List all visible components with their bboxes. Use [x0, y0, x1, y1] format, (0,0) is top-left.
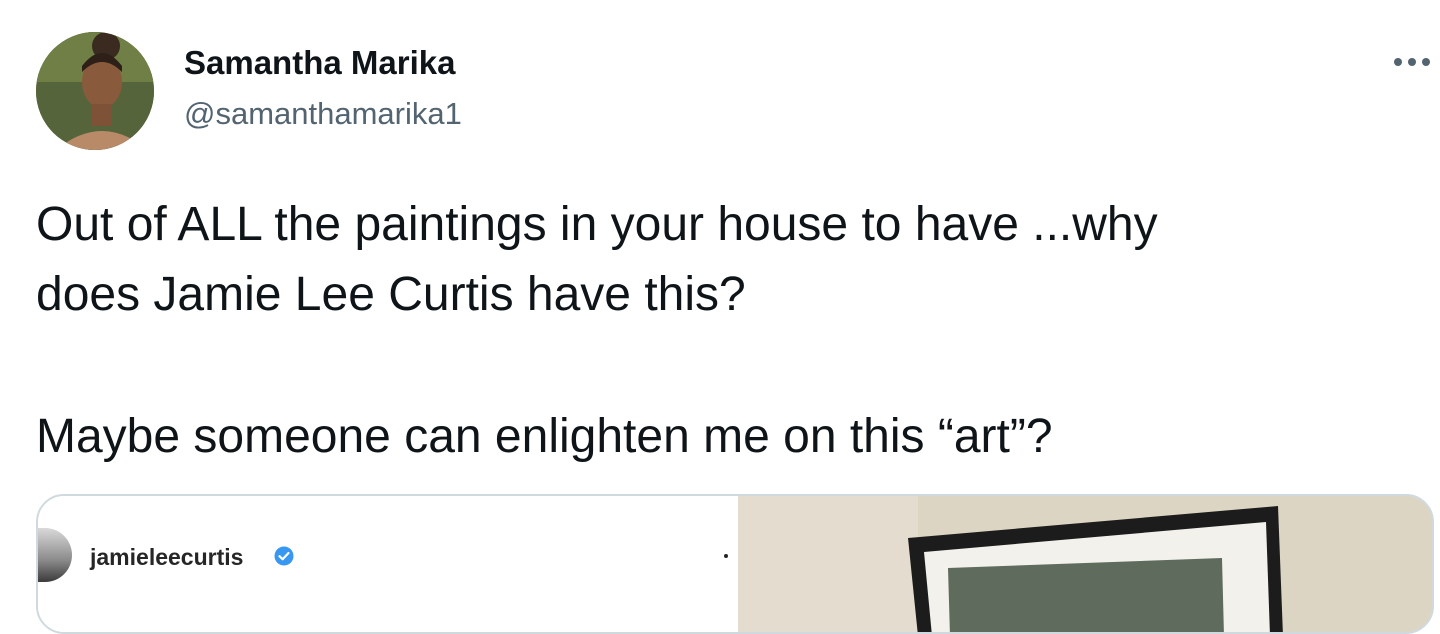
tweet-media[interactable]: jamieleecurtis	[36, 494, 1434, 634]
author-handle[interactable]: @samanthamarika1	[184, 96, 462, 132]
tweet-text-line: Out of ALL the paintings in your house t…	[36, 198, 1158, 251]
tweet-text: Out of ALL the paintings in your house t…	[36, 190, 1416, 472]
author-avatar[interactable]	[36, 32, 154, 150]
instagram-separator-dot	[724, 554, 728, 558]
author-name[interactable]: Samantha Marika	[184, 44, 455, 82]
painting-photo-image	[738, 496, 1432, 632]
more-horizontal-icon	[1394, 58, 1430, 66]
author-avatar-image	[36, 32, 154, 150]
tweet-text-line: Maybe someone can enlighten me on this “…	[36, 410, 1053, 463]
instagram-avatar	[38, 528, 72, 582]
more-options-button[interactable]	[1388, 46, 1436, 78]
instagram-username: jamieleecurtis	[90, 544, 244, 570]
tweet-text-line: does Jamie Lee Curtis have this?	[36, 268, 746, 321]
painting-photo	[738, 496, 1432, 632]
tweet: Samantha Marika @samanthamarika1 Out of …	[0, 0, 1440, 634]
instagram-screenshot-header: jamieleecurtis	[38, 496, 738, 632]
verified-badge-icon	[274, 546, 294, 566]
